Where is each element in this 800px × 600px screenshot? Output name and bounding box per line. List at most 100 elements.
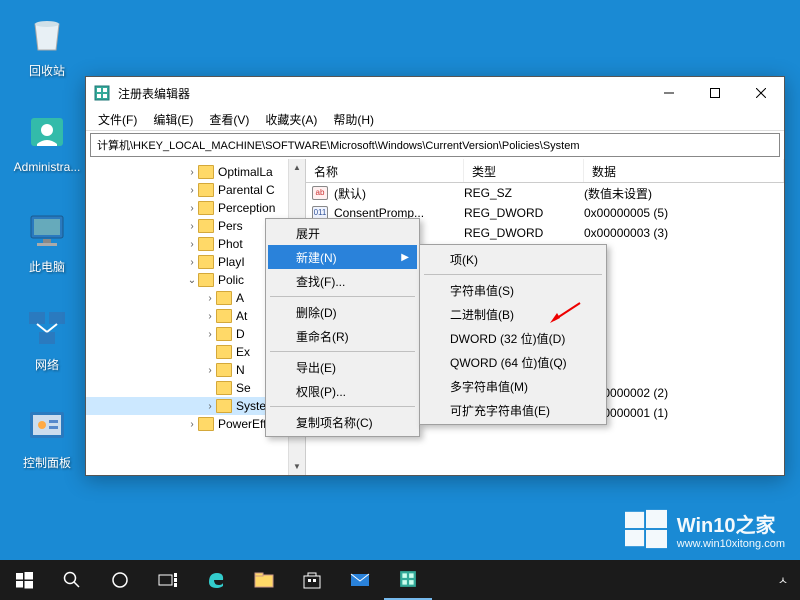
folder-icon: [198, 201, 214, 215]
address-bar[interactable]: 计算机\HKEY_LOCAL_MACHINE\SOFTWARE\Microsof…: [90, 133, 780, 157]
value-data: 0x00000003 (3): [584, 226, 784, 240]
desktop-icon-control[interactable]: 控制面板: [12, 402, 82, 471]
regedit-taskbar-button[interactable]: [384, 560, 432, 600]
context-menu-item[interactable]: 新建(N)▶: [268, 245, 417, 269]
tree-label: At: [236, 309, 247, 323]
context-menu: 展开新建(N)▶ 查找(F)... 删除(D) 重命名(R) 导出(E) 权限(P)...…: [265, 218, 420, 437]
pc-icon: [23, 206, 71, 254]
desktop-icon-label: Administra...: [12, 160, 82, 174]
context-menu-item[interactable]: QWORD (64 位)值(Q): [422, 350, 604, 374]
expand-icon[interactable]: ⌄: [186, 275, 198, 286]
search-button[interactable]: [48, 560, 96, 600]
maximize-button[interactable]: [692, 77, 738, 109]
expand-icon[interactable]: ›: [204, 365, 216, 376]
list-header: 名称类型数据: [306, 159, 784, 183]
expand-icon[interactable]: ›: [204, 293, 216, 304]
reg-value-icon: ab: [312, 186, 328, 200]
value-data: (1): [584, 266, 784, 280]
context-menu-item[interactable]: 导出(E): [268, 355, 417, 379]
expand-icon[interactable]: ›: [186, 257, 198, 268]
edge-button[interactable]: [192, 560, 240, 600]
context-menu-item[interactable]: 重命名(R): [268, 324, 417, 348]
menu-item-label: 复制项名称(C): [296, 414, 373, 431]
menu-item[interactable]: 收藏夹(A): [257, 109, 325, 130]
menu-separator: [270, 351, 415, 352]
folder-icon: [198, 219, 214, 233]
expand-icon[interactable]: ›: [204, 329, 216, 340]
context-menu-item[interactable]: 项(K): [422, 247, 604, 271]
submenu-arrow-icon: ▶: [401, 252, 409, 263]
column-header[interactable]: 类型: [464, 159, 584, 182]
store-button[interactable]: [288, 560, 336, 600]
expand-icon[interactable]: ›: [186, 167, 198, 178]
menu-item-label: 导出(E): [296, 359, 336, 376]
column-header[interactable]: 数据: [584, 159, 784, 182]
context-menu-item[interactable]: 字符串值(S): [422, 278, 604, 302]
taskview-button[interactable]: [144, 560, 192, 600]
expand-icon[interactable]: ›: [204, 401, 216, 412]
tree-item[interactable]: › OptimalLa: [86, 163, 305, 181]
desktop-icon-pc[interactable]: 此电脑: [12, 206, 82, 275]
menu-item-label: QWORD (64 位)值(Q): [450, 354, 567, 371]
desktop-icon-recycle[interactable]: 回收站: [12, 10, 82, 79]
context-menu-item[interactable]: 权限(P)...: [268, 379, 417, 403]
menu-item-label: 二进制值(B): [450, 306, 514, 323]
folder-icon: [216, 399, 232, 413]
context-menu-item[interactable]: 可扩充字符串值(E): [422, 398, 604, 422]
expand-icon[interactable]: ›: [186, 221, 198, 232]
context-menu-item[interactable]: 复制项名称(C): [268, 410, 417, 434]
expand-icon[interactable]: ›: [186, 419, 198, 430]
explorer-button[interactable]: [240, 560, 288, 600]
context-menu-item[interactable]: 展开: [268, 221, 417, 245]
scroll-up-icon[interactable]: ▲: [289, 159, 305, 176]
tree-label: Parental C: [218, 183, 275, 197]
folder-icon: [198, 165, 214, 179]
expand-icon[interactable]: ›: [186, 239, 198, 250]
menu-item[interactable]: 查看(V): [201, 109, 257, 130]
taskbar[interactable]: ㅅ: [0, 560, 800, 600]
expand-icon[interactable]: ›: [186, 185, 198, 196]
value-data: (1): [584, 346, 784, 360]
context-menu-item[interactable]: 查找(F)...: [268, 269, 417, 293]
tree-item[interactable]: ›Perception: [86, 199, 305, 217]
menu-separator: [270, 296, 415, 297]
desktop-icon-user[interactable]: Administra...: [12, 108, 82, 174]
start-button[interactable]: [0, 560, 48, 600]
context-menu-item[interactable]: 多字符串值(M): [422, 374, 604, 398]
value-data: (1): [584, 286, 784, 300]
regedit-icon: [94, 85, 110, 101]
menu-item-label: 查找(F)...: [296, 273, 345, 290]
titlebar[interactable]: 注册表编辑器: [86, 77, 784, 109]
context-menu-item[interactable]: DWORD (32 位)值(D): [422, 326, 604, 350]
menu-item[interactable]: 帮助(H): [325, 109, 382, 130]
menu-item-label: 删除(D): [296, 304, 337, 321]
value-data: 0x00000005 (5): [584, 206, 784, 220]
tree-label: OptimalLa: [218, 165, 273, 179]
expand-icon[interactable]: ›: [186, 203, 198, 214]
menu-item-label: 展开: [296, 225, 320, 242]
tree-label: Phot: [218, 237, 243, 251]
minimize-button[interactable]: [646, 77, 692, 109]
menu-item[interactable]: 文件(F): [90, 109, 145, 130]
expand-icon[interactable]: ›: [204, 311, 216, 322]
close-button[interactable]: [738, 77, 784, 109]
folder-icon: [216, 381, 232, 395]
value-name: (默认): [334, 185, 366, 202]
cortana-button[interactable]: [96, 560, 144, 600]
desktop-icon-network[interactable]: 网络: [12, 304, 82, 373]
column-header[interactable]: 名称: [306, 159, 464, 182]
tree-item[interactable]: › Parental C: [86, 181, 305, 199]
mail-button[interactable]: [336, 560, 384, 600]
scroll-down-icon[interactable]: ▼: [289, 458, 305, 475]
tree-label: Polic: [218, 273, 244, 287]
desktop-icon-label: 控制面板: [12, 454, 82, 471]
system-tray[interactable]: ㅅ: [778, 572, 796, 588]
menu-item[interactable]: 编辑(E): [145, 109, 201, 130]
menu-item-label: 字符串值(S): [450, 282, 514, 299]
tray-chevron-up-icon[interactable]: ㅅ: [778, 572, 788, 588]
list-row[interactable]: ab(默认)REG_SZ(数值未设置): [306, 183, 784, 203]
menu-separator: [424, 274, 602, 275]
tree-label: A: [236, 291, 244, 305]
context-menu-item[interactable]: 删除(D): [268, 300, 417, 324]
value-data: (数值未设置): [584, 185, 784, 202]
